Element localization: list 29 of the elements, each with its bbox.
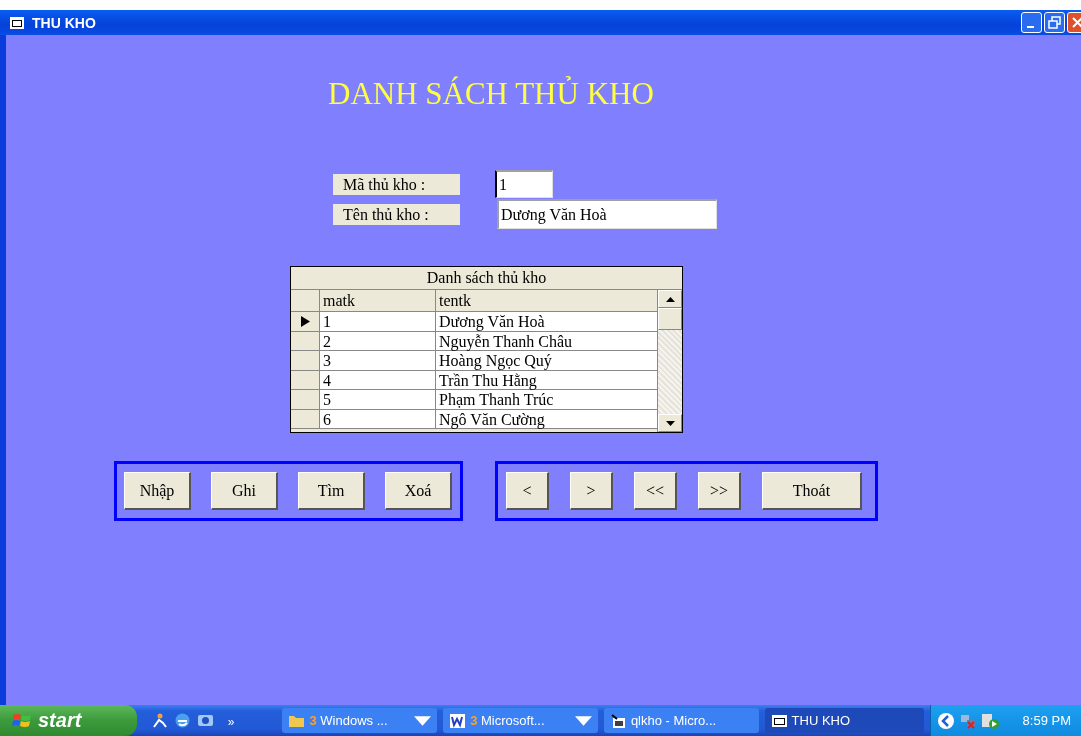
taskbar-button[interactable]: 3 Windows ...	[282, 708, 438, 733]
start-button[interactable]: start	[0, 705, 137, 736]
taskbar-button[interactable]: qlkho - Micro...	[603, 708, 759, 733]
form-button[interactable]: Xoá	[385, 472, 452, 510]
form-button[interactable]: >	[570, 472, 613, 510]
text-field[interactable]: Dương Văn Hoà	[497, 199, 717, 229]
form-button[interactable]: Tìm	[298, 472, 365, 510]
form-button[interactable]: Nhập	[124, 472, 191, 510]
table-cell: 3	[320, 351, 436, 370]
form-button[interactable]: Thoát	[762, 472, 862, 510]
table-cell: Phạm Thanh Trúc	[436, 390, 657, 409]
field-label: Mã thủ kho :	[333, 173, 460, 195]
form-button[interactable]: >>	[698, 472, 741, 510]
form-button[interactable]: Ghi	[211, 472, 278, 510]
clock: 8:59 PM	[1022, 713, 1071, 728]
taskbar-button[interactable]: 3 Microsoft...	[443, 708, 598, 733]
table-cell: 1	[320, 312, 436, 331]
table-cell: Hoàng Ngọc Quý	[436, 351, 657, 370]
text-field[interactable]: 1	[495, 170, 553, 198]
more-button[interactable]: »	[227, 715, 235, 729]
form-button[interactable]: <	[506, 472, 549, 510]
form-button[interactable]: <<	[634, 472, 677, 510]
form-heading: DANH SÁCH THỦ KHO	[328, 78, 654, 110]
table-cell: 5	[320, 390, 436, 409]
table-cell: Dương Văn Hoà	[436, 312, 657, 331]
column-header[interactable]: matk	[320, 290, 436, 311]
field-label: Tên thủ kho :	[333, 203, 460, 225]
taskbar-button[interactable]: THU KHO	[764, 708, 925, 733]
window-title: THU KHO	[32, 14, 97, 31]
